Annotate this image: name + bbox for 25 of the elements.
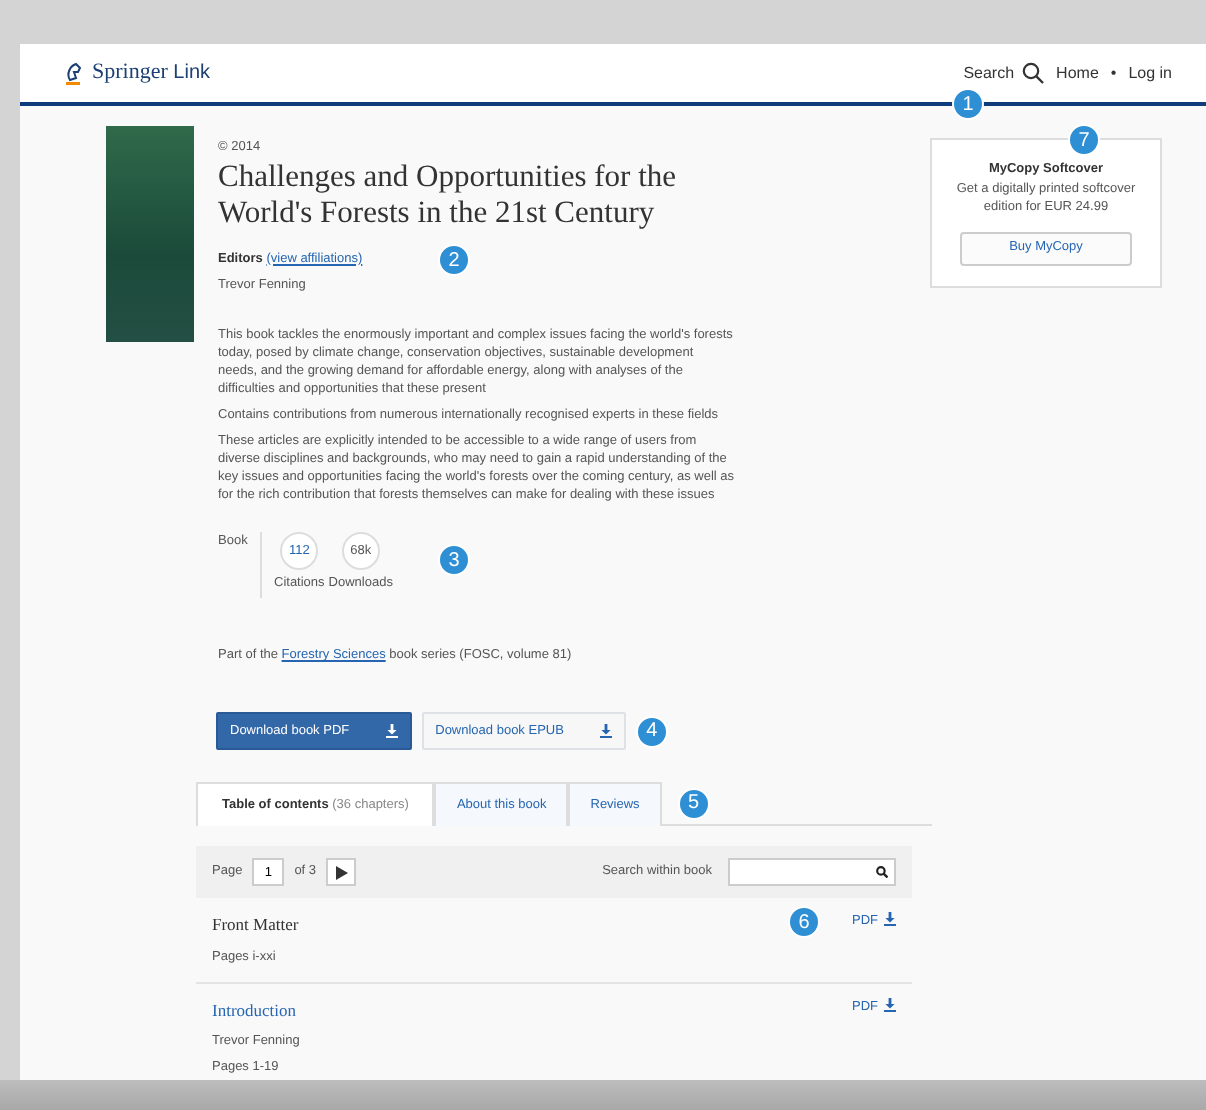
horse-logo-icon — [64, 61, 86, 85]
callout-marker: 6 — [788, 906, 820, 938]
search-icon — [876, 866, 888, 878]
callout-marker: 4 — [635, 715, 668, 747]
callout-marker: 1 — [952, 88, 984, 120]
search-icon — [1022, 62, 1045, 84]
chapter-title[interactable]: Introduction — [212, 997, 300, 1023]
download-icon — [385, 724, 398, 738]
search-within-field[interactable] — [728, 858, 896, 886]
callout-marker: 2 — [438, 244, 470, 276]
book-title: Challenges and Opportunities for the World's Forests in the 21st Century — [218, 159, 679, 232]
download-icon — [884, 997, 896, 1011]
callout-marker: 5 — [677, 787, 710, 819]
download-icon — [599, 724, 612, 738]
nav-link[interactable]: Home — [1056, 61, 1099, 85]
search-link[interactable]: Search — [963, 61, 1045, 85]
play-icon — [335, 865, 348, 879]
chapter-title: Front Matter — [212, 912, 299, 938]
callout-marker: 3 — [438, 544, 470, 577]
download-icon — [884, 912, 896, 926]
separator-dot: • — [1110, 61, 1117, 85]
next-page-button[interactable] — [326, 858, 357, 886]
springer-link-logo[interactable]: Springer Link — [92, 56, 211, 90]
nav-link[interactable]: Log in — [1128, 61, 1172, 85]
callout-marker: 7 — [1068, 124, 1100, 156]
